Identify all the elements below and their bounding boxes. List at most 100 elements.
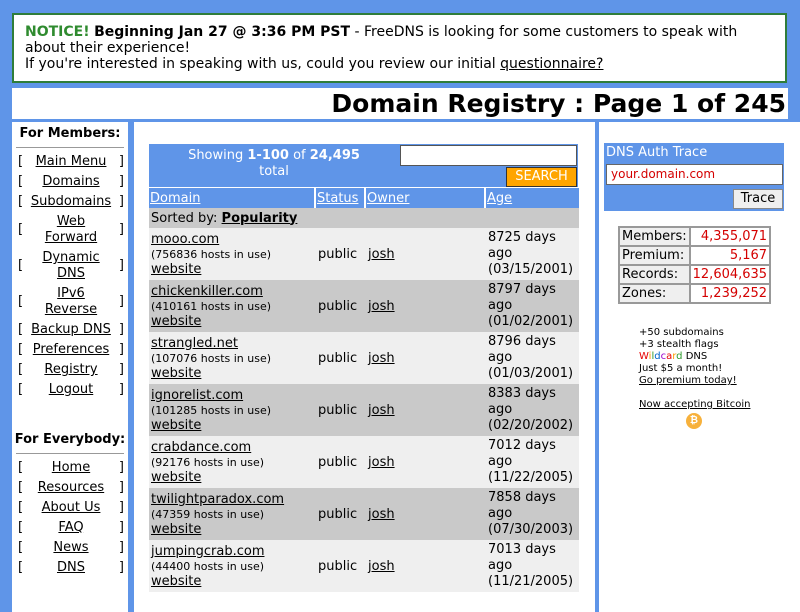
domain-link[interactable]: jumpingcrab.com xyxy=(151,544,264,559)
age-date: (02/20/2002) xyxy=(488,418,574,433)
owner-link[interactable]: josh xyxy=(368,507,395,522)
questionnaire-link[interactable]: questionnaire? xyxy=(500,56,603,72)
search-button[interactable]: SEARCH xyxy=(506,167,577,187)
table-row: jumpingcrab.com (44400 hosts in use) webs… xyxy=(149,540,579,592)
col-age[interactable]: Age xyxy=(486,188,579,208)
stat-label: Members: xyxy=(620,228,689,245)
everybody-heading: For Everybody: xyxy=(14,432,126,447)
bitcoin-link[interactable]: Now accepting Bitcoin xyxy=(639,399,750,410)
dns-trace-box: DNS Auth Trace your.domain.com Trace xyxy=(604,143,784,211)
nav-faq[interactable]: [FAQ] xyxy=(12,520,128,536)
nav-faq-link[interactable]: FAQ xyxy=(30,520,112,536)
nav-dynamic-dns-link[interactable]: Dynamic DNS xyxy=(30,250,112,282)
domain-link[interactable]: ignorelist.com xyxy=(151,388,243,403)
website-link[interactable]: website xyxy=(151,366,201,381)
age-date: (11/22/2005) xyxy=(488,470,574,485)
search-input[interactable] xyxy=(400,145,577,166)
sort-row: Sorted by: Popularity xyxy=(149,208,579,228)
nav-logout[interactable]: [Logout] xyxy=(12,382,128,398)
nav-registry[interactable]: [Registry] xyxy=(12,362,128,378)
col-domain[interactable]: Domain xyxy=(149,188,316,208)
nav-subdomains[interactable]: [Subdomains] xyxy=(12,194,128,210)
showing-prefix: Showing xyxy=(188,148,248,163)
website-link[interactable]: website xyxy=(151,314,201,329)
nav-dynamic-dns[interactable]: [Dynamic DNS] xyxy=(12,250,128,282)
nav-domains[interactable]: [Domains] xyxy=(12,174,128,190)
nav-backup-dns[interactable]: [Backup DNS] xyxy=(12,322,128,338)
hosts-count: (47359 hosts in use) xyxy=(151,507,265,521)
table-row: ignorelist.com (101285 hosts in use) websi… xyxy=(149,384,579,436)
domain-link[interactable]: mooo.com xyxy=(151,232,219,247)
age-days: 8383 days ago xyxy=(488,386,556,417)
status-cell: public xyxy=(316,228,366,280)
nav-web-forward-link[interactable]: Web Forward xyxy=(30,214,112,246)
age-days: 8796 days ago xyxy=(488,334,556,365)
age-days: 8725 days ago xyxy=(488,230,556,261)
everybody-nav: [Home] [Resources] [About Us] [FAQ] [New… xyxy=(12,460,128,576)
nav-main-menu[interactable]: [Main Menu] xyxy=(12,154,128,170)
nav-main-menu-link[interactable]: Main Menu xyxy=(30,154,112,170)
sorted-value[interactable]: Popularity xyxy=(222,211,298,226)
status-cell: public xyxy=(316,488,366,540)
members-heading: For Members: xyxy=(19,126,121,141)
nav-preferences[interactable]: [Preferences] xyxy=(12,342,128,358)
owner-link[interactable]: josh xyxy=(368,351,395,366)
owner-link[interactable]: josh xyxy=(368,403,395,418)
status-cell: public xyxy=(316,332,366,384)
nav-home[interactable]: [Home] xyxy=(12,460,128,476)
members-nav: [Main Menu] [Domains] [Subdomains] [Web … xyxy=(12,154,128,398)
age-days: 7858 days ago xyxy=(488,490,556,521)
dns-trace-input[interactable]: your.domain.com xyxy=(606,164,783,185)
domain-link[interactable]: strangled.net xyxy=(151,336,238,351)
hosts-count: (44400 hosts in use) xyxy=(151,559,265,573)
nav-logout-link[interactable]: Logout xyxy=(30,382,112,398)
domain-link[interactable]: chickenkiller.com xyxy=(151,284,263,299)
nav-ipv6-reverse-link[interactable]: IPv6 Reverse xyxy=(30,286,112,318)
nav-ipv6-reverse[interactable]: [IPv6 Reverse] xyxy=(12,286,128,318)
website-link[interactable]: website xyxy=(151,574,201,589)
nav-domains-link[interactable]: Domains xyxy=(30,174,112,190)
left-sidebar: For Members: [Main Menu] [Domains] [Subd… xyxy=(12,122,128,612)
nav-home-link[interactable]: Home xyxy=(30,460,112,476)
status-cell: public xyxy=(316,436,366,488)
nav-resources[interactable]: [Resources] xyxy=(12,480,128,496)
go-premium-link[interactable]: Go premium today! xyxy=(639,375,737,386)
status-cell: public xyxy=(316,384,366,436)
col-owner[interactable]: Owner xyxy=(366,188,486,208)
domain-link[interactable]: crabdance.com xyxy=(151,440,251,455)
table-row: mooo.com (756836 hosts in use) website pub… xyxy=(149,228,579,280)
nav-dns-link[interactable]: DNS xyxy=(30,560,112,576)
age-date: (03/15/2001) xyxy=(488,262,574,277)
owner-link[interactable]: josh xyxy=(368,299,395,314)
col-status[interactable]: Status xyxy=(316,188,366,208)
nav-about-us-link[interactable]: About Us xyxy=(30,500,112,516)
owner-link[interactable]: josh xyxy=(368,559,395,574)
website-link[interactable]: website xyxy=(151,470,201,485)
owner-link[interactable]: josh xyxy=(368,247,395,262)
stats-row: Zones: 1,239,252 xyxy=(620,285,770,302)
trace-button[interactable]: Trace xyxy=(733,189,783,209)
domain-link[interactable]: twilightparadox.com xyxy=(151,492,284,507)
status-cell: public xyxy=(316,280,366,332)
hosts-count: (410161 hosts in use) xyxy=(151,299,272,313)
website-link[interactable]: website xyxy=(151,418,201,433)
owner-link[interactable]: josh xyxy=(368,455,395,470)
premium-promo: +50 subdomains +3 stealth flags Wildcard… xyxy=(639,327,789,411)
website-link[interactable]: website xyxy=(151,262,201,277)
nav-registry-link[interactable]: Registry xyxy=(30,362,112,378)
nav-news[interactable]: [News] xyxy=(12,540,128,556)
stats-row: Records: 12,604,635 xyxy=(620,266,770,283)
page-title: Domain Registry : Page 1 of 245 xyxy=(12,88,788,119)
showing-suffix: total xyxy=(259,164,289,179)
nav-dns[interactable]: [DNS] xyxy=(12,560,128,576)
nav-preferences-link[interactable]: Preferences xyxy=(30,342,112,358)
nav-about-us[interactable]: [About Us] xyxy=(12,500,128,516)
nav-web-forward[interactable]: [Web Forward] xyxy=(12,214,128,246)
stats-row: Members: 4,355,071 xyxy=(620,228,770,245)
bitcoin-icon: ₿ xyxy=(686,413,702,429)
nav-news-link[interactable]: News xyxy=(30,540,112,556)
nav-subdomains-link[interactable]: Subdomains xyxy=(30,194,112,210)
nav-resources-link[interactable]: Resources xyxy=(30,480,112,496)
website-link[interactable]: website xyxy=(151,522,201,537)
nav-backup-dns-link[interactable]: Backup DNS xyxy=(30,322,112,338)
